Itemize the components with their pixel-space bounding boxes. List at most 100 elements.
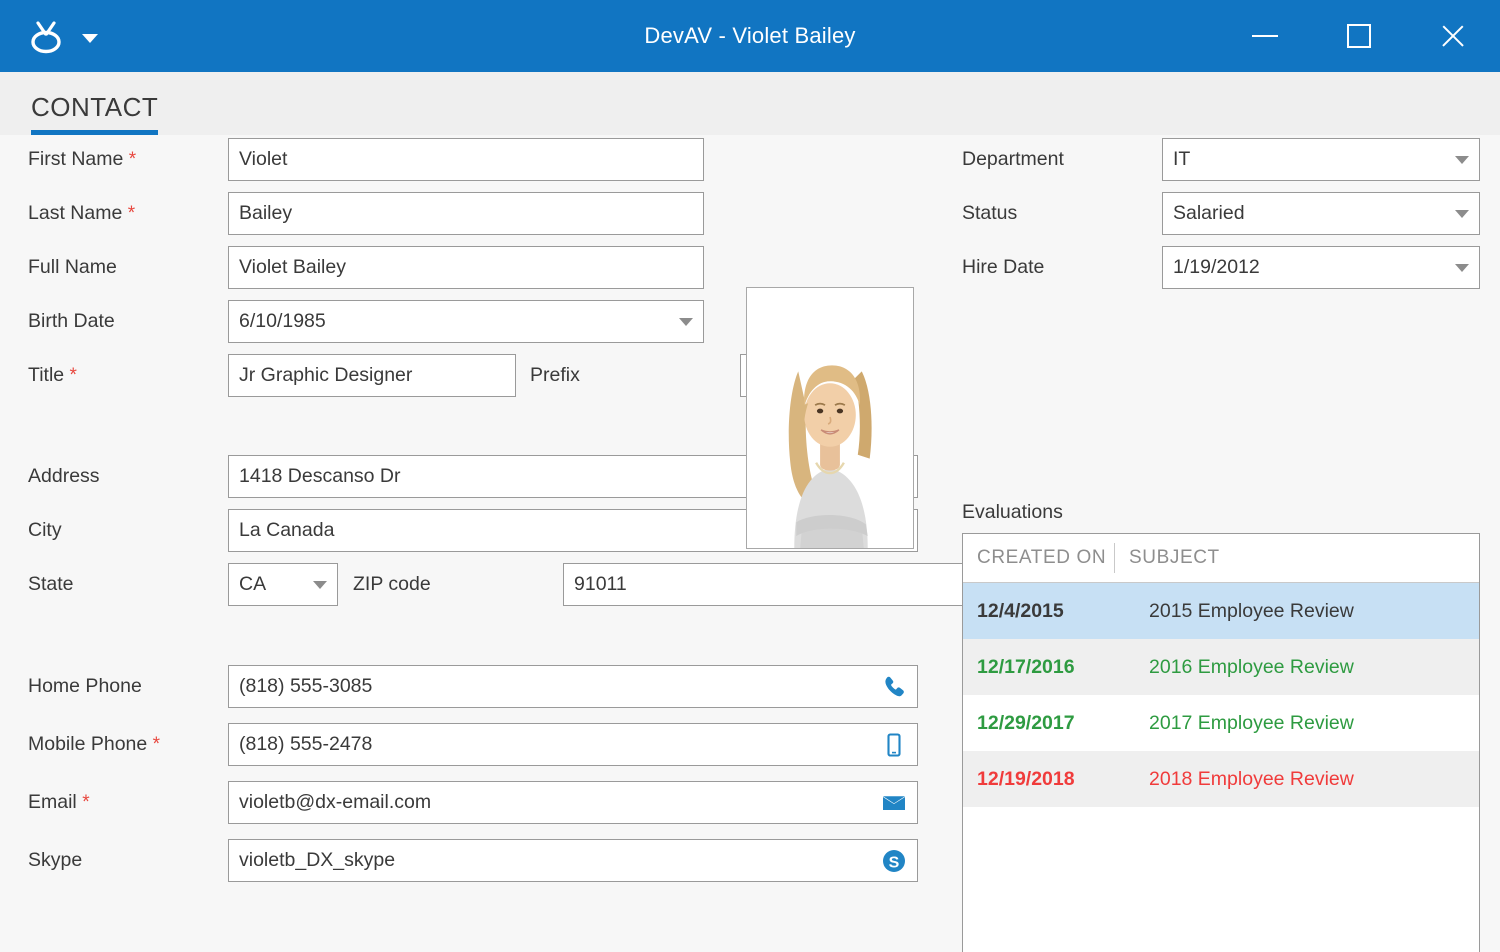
birth-date-picker[interactable]: 6/10/1985 bbox=[228, 300, 704, 343]
state-value: CA bbox=[239, 573, 307, 596]
skype-icon[interactable]: S bbox=[881, 848, 907, 874]
full-name-input[interactable]: Violet Bailey bbox=[228, 246, 704, 289]
title-input[interactable]: Jr Graphic Designer bbox=[228, 354, 516, 397]
first-name-input[interactable]: Violet bbox=[228, 138, 704, 181]
contact-form: First Name * Violet Last Name * Bailey F… bbox=[0, 135, 1500, 952]
svg-text:S: S bbox=[889, 854, 900, 871]
cell-created-on: 12/19/2018 bbox=[963, 768, 1115, 791]
field-row-first-name: First Name * Violet bbox=[28, 138, 704, 181]
field-row-mobile-phone: Mobile Phone * (818) 555-2478 bbox=[28, 723, 918, 766]
grid-body: 12/4/20152015 Employee Review12/17/20162… bbox=[963, 583, 1479, 807]
chevron-down-icon bbox=[82, 34, 98, 43]
chevron-down-icon[interactable] bbox=[1455, 156, 1469, 164]
state-dropdown[interactable]: CA bbox=[228, 563, 338, 606]
state-label: State bbox=[28, 573, 228, 596]
title-value: Jr Graphic Designer bbox=[239, 364, 505, 387]
hire-date-label: Hire Date bbox=[962, 256, 1162, 279]
cell-subject: 2015 Employee Review bbox=[1115, 600, 1354, 623]
cell-subject: 2016 Employee Review bbox=[1115, 656, 1354, 679]
employee-photo[interactable] bbox=[746, 287, 914, 549]
minimize-button[interactable] bbox=[1218, 0, 1312, 72]
birth-date-label: Birth Date bbox=[28, 310, 228, 333]
birth-date-value: 6/10/1985 bbox=[239, 310, 673, 333]
status-dropdown[interactable]: Salaried bbox=[1162, 192, 1480, 235]
department-dropdown[interactable]: IT bbox=[1162, 138, 1480, 181]
table-row[interactable]: 12/4/20152015 Employee Review bbox=[963, 583, 1479, 639]
cell-created-on: 12/4/2015 bbox=[963, 600, 1115, 623]
field-row-birth-date: Birth Date 6/10/1985 bbox=[28, 300, 704, 343]
close-button[interactable] bbox=[1406, 0, 1500, 72]
hire-date-value: 1/19/2012 bbox=[1173, 256, 1449, 279]
cell-created-on: 12/17/2016 bbox=[963, 656, 1115, 679]
chevron-down-icon[interactable] bbox=[679, 318, 693, 326]
cell-created-on: 12/29/2017 bbox=[963, 712, 1115, 735]
field-row-state-zip: State CA ZIP code 91011 bbox=[28, 563, 1049, 606]
mobile-phone-value: (818) 555-2478 bbox=[239, 733, 875, 756]
city-label: City bbox=[28, 519, 228, 542]
status-label: Status bbox=[962, 202, 1162, 225]
evaluations-title: Evaluations bbox=[962, 501, 1063, 524]
table-row[interactable]: 12/17/20162016 Employee Review bbox=[963, 639, 1479, 695]
hire-date-picker[interactable]: 1/19/2012 bbox=[1162, 246, 1480, 289]
cell-subject: 2017 Employee Review bbox=[1115, 712, 1354, 735]
devav-logo-icon bbox=[26, 16, 66, 56]
last-name-input[interactable]: Bailey bbox=[228, 192, 704, 235]
field-row-hire-date: Hire Date 1/19/2012 bbox=[962, 246, 1480, 289]
close-icon bbox=[1439, 22, 1467, 50]
first-name-label: First Name * bbox=[28, 148, 228, 171]
table-row[interactable]: 12/29/20172017 Employee Review bbox=[963, 695, 1479, 751]
status-value: Salaried bbox=[1173, 202, 1449, 225]
department-label: Department bbox=[962, 148, 1162, 171]
required-marker: * bbox=[153, 734, 160, 755]
home-phone-label: Home Phone bbox=[28, 675, 228, 698]
maximize-button[interactable] bbox=[1312, 0, 1406, 72]
full-name-value: Violet Bailey bbox=[239, 256, 693, 279]
maximize-icon bbox=[1347, 24, 1371, 48]
required-marker: * bbox=[70, 365, 77, 386]
mobile-phone-label: Mobile Phone * bbox=[28, 733, 228, 756]
field-row-email: Email * violetb@dx-email.com bbox=[28, 781, 918, 824]
minimize-icon bbox=[1252, 35, 1278, 37]
first-name-value: Violet bbox=[239, 148, 693, 171]
mobile-phone-input[interactable]: (818) 555-2478 bbox=[228, 723, 918, 766]
tab-contact-label: CONTACT bbox=[31, 92, 158, 130]
column-header-subject[interactable]: SUBJECT bbox=[1115, 547, 1220, 569]
phone-icon[interactable] bbox=[881, 674, 907, 700]
home-phone-input[interactable]: (818) 555-3085 bbox=[228, 665, 918, 708]
tab-strip: CONTACT bbox=[0, 72, 1500, 135]
envelope-icon[interactable] bbox=[881, 790, 907, 816]
evaluations-grid: CREATED ON SUBJECT 12/4/20152015 Employe… bbox=[962, 533, 1480, 952]
department-value: IT bbox=[1173, 148, 1449, 171]
field-row-home-phone: Home Phone (818) 555-3085 bbox=[28, 665, 918, 708]
field-row-last-name: Last Name * Bailey bbox=[28, 192, 704, 235]
chevron-down-icon[interactable] bbox=[313, 581, 327, 589]
address-label: Address bbox=[28, 465, 228, 488]
email-input[interactable]: violetb@dx-email.com bbox=[228, 781, 918, 824]
last-name-label: Last Name * bbox=[28, 202, 228, 225]
required-marker: * bbox=[129, 149, 136, 170]
table-row[interactable]: 12/19/20182018 Employee Review bbox=[963, 751, 1479, 807]
last-name-value: Bailey bbox=[239, 202, 693, 225]
chevron-down-icon[interactable] bbox=[1455, 210, 1469, 218]
field-row-skype: Skype violetb_DX_skype S bbox=[28, 839, 918, 882]
tab-contact[interactable]: CONTACT bbox=[31, 92, 158, 135]
prefix-label: Prefix bbox=[530, 364, 730, 387]
mobile-icon[interactable] bbox=[881, 732, 907, 758]
field-row-title: Title * Jr Graphic Designer Prefix Ms bbox=[28, 354, 864, 397]
field-row-status: Status Salaried bbox=[962, 192, 1480, 235]
skype-input[interactable]: violetb_DX_skype S bbox=[228, 839, 918, 882]
column-header-created-on[interactable]: CREATED ON bbox=[963, 543, 1115, 573]
required-marker: * bbox=[128, 203, 135, 224]
skype-value: violetb_DX_skype bbox=[239, 849, 875, 872]
required-marker: * bbox=[82, 792, 89, 813]
app-menu-button[interactable] bbox=[26, 16, 98, 56]
field-row-full-name: Full Name Violet Bailey bbox=[28, 246, 704, 289]
skype-label: Skype bbox=[28, 849, 228, 872]
chevron-down-icon[interactable] bbox=[1455, 264, 1469, 272]
title-label: Title * bbox=[28, 364, 228, 387]
email-label: Email * bbox=[28, 791, 228, 814]
title-bar: DevAV - Violet Bailey bbox=[0, 0, 1500, 72]
zip-label: ZIP code bbox=[353, 573, 553, 596]
window-controls bbox=[1218, 0, 1500, 72]
home-phone-value: (818) 555-3085 bbox=[239, 675, 875, 698]
